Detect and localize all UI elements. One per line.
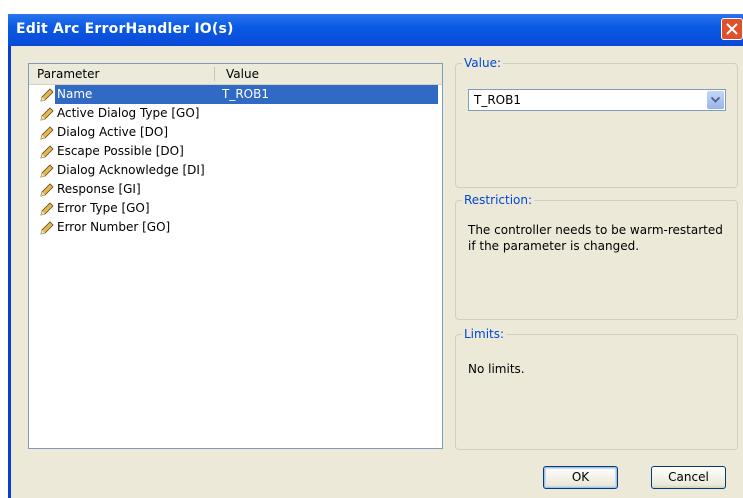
- close-button[interactable]: [721, 18, 743, 40]
- column-header-value[interactable]: Value: [226, 67, 259, 81]
- restriction-group: Restriction: The controller needs to be …: [455, 193, 738, 320]
- list-item[interactable]: Error Number [GO]: [29, 218, 442, 237]
- limits-group-title: Limits:: [462, 327, 507, 341]
- title-bar[interactable]: Edit Arc ErrorHandler IO(s): [8, 14, 743, 46]
- list-item[interactable]: Name T_ROB1: [29, 85, 442, 104]
- list-item[interactable]: Dialog Acknowledge [DI]: [29, 161, 442, 180]
- pencil-icon: [40, 202, 54, 216]
- list-header: Parameter Value: [29, 64, 442, 85]
- pencil-icon: [40, 221, 54, 235]
- restriction-group-title: Restriction:: [462, 193, 535, 207]
- parameter-name: Response [GI]: [57, 182, 141, 196]
- list-item[interactable]: Active Dialog Type [GO]: [29, 104, 442, 123]
- limits-text: No limits.: [468, 362, 525, 376]
- window-title: Edit Arc ErrorHandler IO(s): [16, 21, 234, 37]
- pencil-icon: [40, 164, 54, 178]
- chevron-down-icon: [711, 97, 720, 103]
- parameter-value: T_ROB1: [222, 87, 269, 101]
- parameter-name: Dialog Acknowledge [DI]: [57, 163, 205, 177]
- column-divider[interactable]: [214, 67, 215, 81]
- value-group: Value: T_ROB1: [455, 56, 738, 188]
- cancel-button[interactable]: Cancel: [651, 466, 726, 489]
- parameter-list[interactable]: Parameter Value Name T_ROB1 Active Dialo…: [28, 63, 443, 449]
- value-group-title: Value:: [462, 56, 503, 70]
- parameter-name: Name: [57, 87, 93, 101]
- restriction-text: The controller needs to be warm-restarte…: [468, 223, 723, 253]
- column-header-parameter[interactable]: Parameter: [37, 67, 99, 81]
- parameter-name: Error Number [GO]: [57, 220, 171, 234]
- dialog-window: Edit Arc ErrorHandler IO(s) Parameter Va…: [8, 14, 743, 498]
- dropdown-button[interactable]: [707, 91, 724, 109]
- parameter-name: Error Type [GO]: [57, 201, 150, 215]
- parameter-name: Active Dialog Type [GO]: [57, 106, 200, 120]
- value-dropdown-text: T_ROB1: [474, 93, 521, 107]
- pencil-icon: [40, 126, 54, 140]
- pencil-icon: [40, 145, 54, 159]
- pencil-icon: [40, 107, 54, 121]
- list-item[interactable]: Error Type [GO]: [29, 199, 442, 218]
- list-item[interactable]: Response [GI]: [29, 180, 442, 199]
- list-item[interactable]: Escape Possible [DO]: [29, 142, 442, 161]
- ok-button[interactable]: OK: [543, 466, 618, 489]
- close-icon: [726, 23, 738, 35]
- pencil-icon: [40, 183, 54, 197]
- value-dropdown[interactable]: T_ROB1: [468, 89, 726, 111]
- pencil-icon: [40, 88, 54, 102]
- limits-group: Limits: No limits.: [455, 327, 738, 450]
- parameter-name: Escape Possible [DO]: [57, 144, 184, 158]
- dialog-client-area: Parameter Value Name T_ROB1 Active Dialo…: [11, 46, 743, 498]
- parameter-name: Dialog Active [DO]: [57, 125, 169, 139]
- list-item[interactable]: Dialog Active [DO]: [29, 123, 442, 142]
